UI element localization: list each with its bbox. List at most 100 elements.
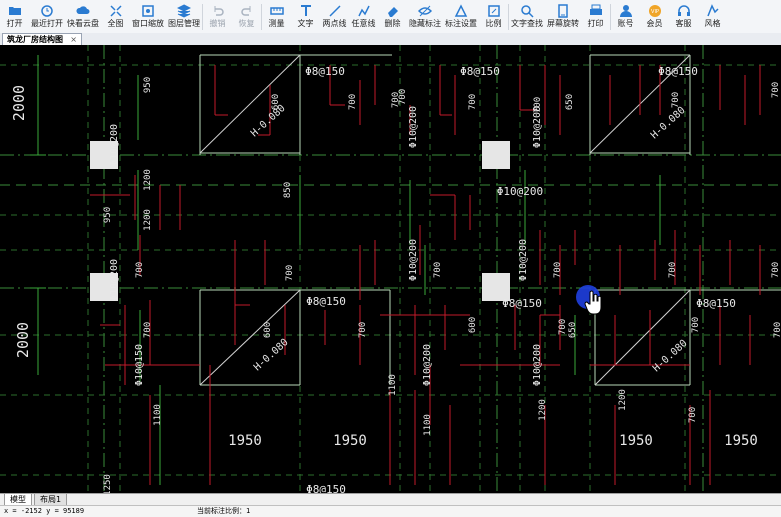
rebar-label: Φ10@200 [109, 259, 120, 301]
drawing-canvas[interactable]: 2000 2000 Φ8@150 Φ8@150 Φ8@150 Φ8@150 Φ8@150 Φ8… [0, 45, 781, 493]
dimension-label: 600 [468, 317, 478, 333]
close-tab-icon[interactable]: × [70, 34, 77, 45]
toolbar-button-label: 窗口缩放 [132, 19, 164, 28]
window-zoom-icon [141, 4, 155, 17]
cursor-coordinates: x = -2152 y = 95189 [4, 507, 85, 515]
dimension-label: 2000 [14, 322, 32, 358]
toolbar-button-fit-all[interactable]: 全图 [101, 0, 130, 33]
rebar-label: Φ10@200 [109, 124, 120, 166]
toolbar-button-label: 恢复 [238, 19, 255, 28]
column-square [482, 141, 510, 169]
toolbar-button-label: 打开 [6, 19, 23, 28]
dimension-label: 700 [771, 262, 781, 278]
toolbar-button-label: 账号 [617, 19, 634, 28]
toolbar-button-undo[interactable]: 撤销 [203, 0, 232, 33]
dimension-label: 650 [565, 94, 575, 110]
rebar-label: Φ8@150 [306, 483, 346, 493]
rebar-label: Φ8@150 [696, 297, 736, 310]
rebar-label: Φ8@150 [306, 295, 346, 308]
line-icon [328, 4, 342, 17]
toolbar-button-scale[interactable]: 比例 [479, 0, 508, 33]
polyline-icon [357, 4, 371, 17]
hide-annotation-icon [418, 4, 432, 17]
rebar-label: Φ8@150 [305, 65, 345, 78]
dimension-label: 700 [773, 322, 781, 338]
slab-thickness-label: H-0.080 [249, 103, 288, 139]
dimension-label: 1200 [143, 169, 153, 191]
toolbar-button-print[interactable]: 打印 [581, 0, 610, 33]
toolbar-button-headset[interactable]: 客服 [669, 0, 698, 33]
toolbar-button-label: 文字查找 [511, 19, 543, 28]
rebar-label: Φ8@150 [460, 65, 500, 78]
dimension-label: 700 [433, 262, 443, 278]
rebar-label: Φ10@200 [518, 239, 529, 281]
redo-icon [240, 4, 254, 17]
toolbar-button-text-search[interactable]: 文字查找 [509, 0, 545, 33]
slab-thickness-label: H-0.080 [649, 105, 688, 141]
svg-text:VIP: VIP [651, 9, 659, 15]
toolbar-button-cloud[interactable]: 快看云盘 [65, 0, 101, 33]
toolbar-button-label: 屏幕旋转 [547, 19, 579, 28]
cloud-icon [76, 4, 90, 17]
vip-icon: VIP [648, 4, 662, 17]
toolbar-button-eraser[interactable]: 删除 [378, 0, 407, 33]
rotate-screen-icon [556, 3, 570, 18]
toolbar-button-window-zoom[interactable]: 窗口缩放 [130, 0, 166, 33]
toolbar-button-label: 客服 [675, 19, 692, 28]
dimension-label: 1950 [228, 433, 262, 449]
toolbar-button-account[interactable]: 账号 [611, 0, 640, 33]
dimension-label: 700 [688, 407, 698, 423]
status-bar: x = -2152 y = 95189 当前标注比例：1 [0, 505, 781, 517]
rebar-label: Φ10@150 [134, 344, 145, 386]
rebar-label: Φ8@150 [658, 65, 698, 78]
toolbar-button-label: 删除 [384, 19, 401, 28]
toolbar-button-measure[interactable]: 测量 [262, 0, 291, 33]
headset-icon [677, 4, 691, 17]
toolbar-button-label: 图层管理 [168, 19, 200, 28]
toolbar-button-annotation-settings[interactable]: 标注设置 [443, 0, 479, 33]
eraser-icon [386, 4, 400, 17]
dimension-label: 700 [533, 97, 543, 113]
toolbar-button-redo[interactable]: 恢复 [232, 0, 261, 33]
toolbar-button-style[interactable]: 风格 [698, 0, 727, 33]
dimension-label: 1200 [143, 209, 153, 231]
annotation-scale: 当前标注比例：1 [197, 507, 251, 515]
slab-diagonal [594, 289, 691, 386]
document-tab[interactable]: 筑龙厂房结构图 × [2, 33, 82, 45]
toolbar-button-label: 测量 [268, 19, 285, 28]
dimension-label: 700 [671, 92, 681, 108]
toolbar-button-polyline[interactable]: 任意线 [349, 0, 378, 33]
toolbar-button-label: 最近打开 [31, 19, 63, 28]
dimension-label: 700 [553, 262, 563, 278]
toolbar-button-hide-annotation[interactable]: 隐藏标注 [407, 0, 443, 33]
slab-thickness-label: H-0.080 [252, 337, 291, 373]
rebar-label: Φ10@200 [408, 106, 419, 148]
rebar-label: Φ10@200 [422, 344, 433, 386]
toolbar-button-history[interactable]: 最近打开 [29, 0, 65, 33]
toolbar-button-text[interactable]: 文字 [291, 0, 320, 33]
toolbar-button-label: 快看云盘 [67, 19, 99, 28]
toolbar-button-layers[interactable]: 图层管理 [166, 0, 202, 33]
toolbar-button-label: 标注设置 [445, 19, 477, 28]
dimension-label: 700 [358, 322, 368, 338]
dimension-label: 1950 [333, 433, 367, 449]
dimension-label: 650 [568, 322, 578, 338]
measure-icon [269, 4, 284, 17]
toolbar-button-label: 任意线 [351, 19, 376, 28]
toolbar-button-vip[interactable]: VIP 会员 [640, 0, 669, 33]
toolbar-button-line[interactable]: 两点线 [320, 0, 349, 33]
rebar-label: Φ10@200 [497, 185, 543, 198]
toolbar-button-label: 撤销 [209, 19, 226, 28]
toolbar-button-label: 隐藏标注 [409, 19, 441, 28]
dimension-label: 700 [143, 322, 153, 338]
account-icon [619, 4, 633, 17]
dimension-label: 700 [135, 262, 145, 278]
dimension-label: 1100 [388, 374, 398, 396]
toolbar-button-label: 会员 [646, 19, 663, 28]
dimension-label: 700 [285, 265, 295, 281]
dimension-label: 700 [771, 82, 781, 98]
dimension-label: 700 [691, 317, 701, 333]
toolbar-button-folder[interactable]: 打开 [0, 0, 29, 33]
dimension-label: 1200 [538, 399, 548, 421]
toolbar-button-rotate-screen[interactable]: 屏幕旋转 [545, 0, 581, 33]
